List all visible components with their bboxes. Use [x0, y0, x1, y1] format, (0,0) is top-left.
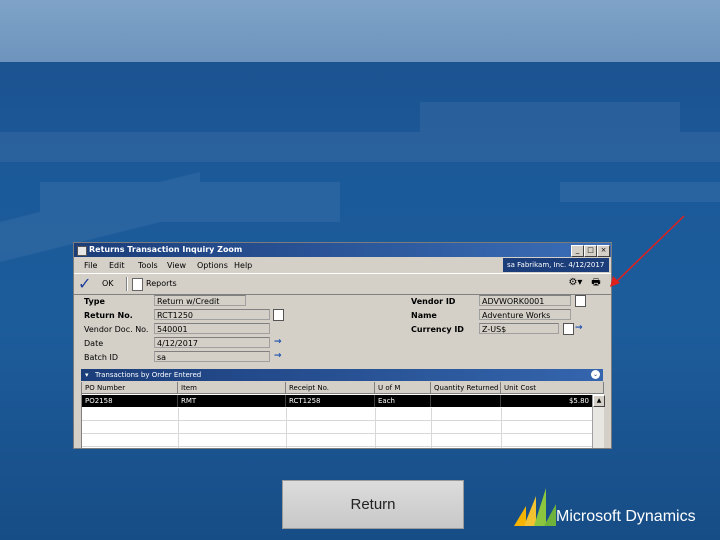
batch-id-label: Batch ID — [84, 353, 119, 362]
batch-id-field: sa — [154, 351, 270, 362]
menu-help[interactable]: Help — [234, 261, 252, 270]
menu-tools[interactable]: Tools — [138, 261, 158, 270]
print-icon[interactable]: 🖶 — [589, 277, 603, 289]
lookup-icon[interactable] — [273, 309, 284, 321]
return-no-field[interactable]: RCT1250 — [154, 309, 270, 320]
reports-label: Reports — [146, 279, 177, 288]
col-divider — [431, 408, 432, 448]
vendor-id-field: ADVWORK0001 — [479, 295, 571, 306]
currency-lookup-icon[interactable] — [563, 323, 574, 335]
col-po-number[interactable]: PO Number — [82, 382, 178, 394]
cell-receipt-no: RCT1258 — [286, 395, 375, 407]
name-field: Adventure Works — [479, 309, 571, 320]
col-item[interactable]: Item — [178, 382, 286, 394]
expand-arrow-icon[interactable]: → — [274, 351, 282, 361]
name-label: Name — [411, 311, 437, 320]
grid-dropdown-icon[interactable]: ▾ — [85, 369, 89, 381]
close-button[interactable]: × — [597, 245, 610, 257]
ok-label: OK — [102, 279, 114, 288]
return-caption-box: Return — [282, 480, 464, 529]
col-receipt-no[interactable]: Receipt No. — [286, 382, 375, 394]
type-field: Return w/Credit — [154, 295, 246, 306]
transactions-grid: PO Number Item Receipt No. U of M Quanti… — [81, 382, 605, 448]
window-titlebar: Returns Transaction Inquiry Zoom _ □ × — [74, 243, 611, 257]
window-title: Returns Transaction Inquiry Zoom — [89, 245, 243, 254]
menu-edit[interactable]: Edit — [109, 261, 125, 270]
type-label: Type — [84, 297, 105, 306]
cell-po-number: PO2158 — [82, 395, 178, 407]
menu-file[interactable]: File — [84, 261, 97, 270]
minimize-button[interactable]: _ — [571, 245, 584, 257]
toolbar-separator — [126, 277, 128, 291]
returns-inquiry-window: Returns Transaction Inquiry Zoom _ □ × F… — [73, 242, 612, 449]
window-toolbar: ✓ OK Reports ⚙▾ 🖶 — [74, 273, 611, 295]
cell-quantity-returned — [431, 395, 501, 407]
row-divider — [82, 433, 592, 434]
currency-id-field: Z-US$ — [479, 323, 559, 334]
col-divider — [178, 408, 179, 448]
col-u-of-m[interactable]: U of M — [375, 382, 431, 394]
brand-text: Microsoft Dynamics — [556, 508, 696, 525]
return-no-label: Return No. — [84, 311, 133, 320]
cell-item: RMT — [178, 395, 286, 407]
grid-title-bar: ▾ Transactions by Order Entered ⌄ — [81, 369, 603, 381]
date-label: Date — [84, 339, 104, 348]
currency-id-label: Currency ID — [411, 325, 464, 334]
col-divider — [375, 408, 376, 448]
collapse-icon[interactable]: ⌄ — [591, 370, 600, 379]
col-divider — [286, 408, 287, 448]
date-field: 4/12/2017 — [154, 337, 270, 348]
col-divider — [501, 408, 502, 448]
col-unit-cost[interactable]: Unit Cost — [501, 382, 604, 394]
currency-expand-arrow-icon[interactable]: → — [575, 323, 583, 333]
tools-dropdown-icon[interactable]: ⚙▾ — [568, 277, 582, 289]
grid-title: Transactions by Order Entered — [95, 371, 202, 379]
maximize-button[interactable]: □ — [584, 245, 597, 257]
grid-scrollbar[interactable]: ▲ — [592, 395, 605, 448]
row-divider — [82, 420, 592, 421]
checkmark-icon: ✓ — [78, 274, 92, 293]
toolbar-right-icons: ⚙▾ 🖶 — [564, 277, 603, 289]
vendor-lookup-icon[interactable] — [575, 295, 586, 307]
vendor-doc-no-field: 540001 — [154, 323, 270, 334]
row-divider — [82, 446, 592, 447]
expand-arrow-icon[interactable]: → — [274, 337, 282, 347]
scroll-up-icon[interactable]: ▲ — [593, 395, 605, 407]
user-date-info: sa Fabrikam, Inc. 4/12/2017 — [503, 258, 609, 272]
menu-view[interactable]: View — [167, 261, 186, 270]
report-icon — [132, 278, 143, 291]
microsoft-dynamics-logo-icon — [514, 488, 556, 526]
slide-top-band — [0, 0, 720, 62]
cell-u-of-m: Each — [375, 395, 431, 407]
col-quantity-returned[interactable]: Quantity Returned — [431, 382, 501, 394]
vendor-doc-no-label: Vendor Doc. No. — [84, 325, 149, 334]
window-app-icon — [77, 246, 87, 256]
vendor-id-label: Vendor ID — [411, 297, 456, 306]
cell-unit-cost: $5.80 — [501, 395, 593, 407]
menu-options[interactable]: Options — [197, 261, 228, 270]
